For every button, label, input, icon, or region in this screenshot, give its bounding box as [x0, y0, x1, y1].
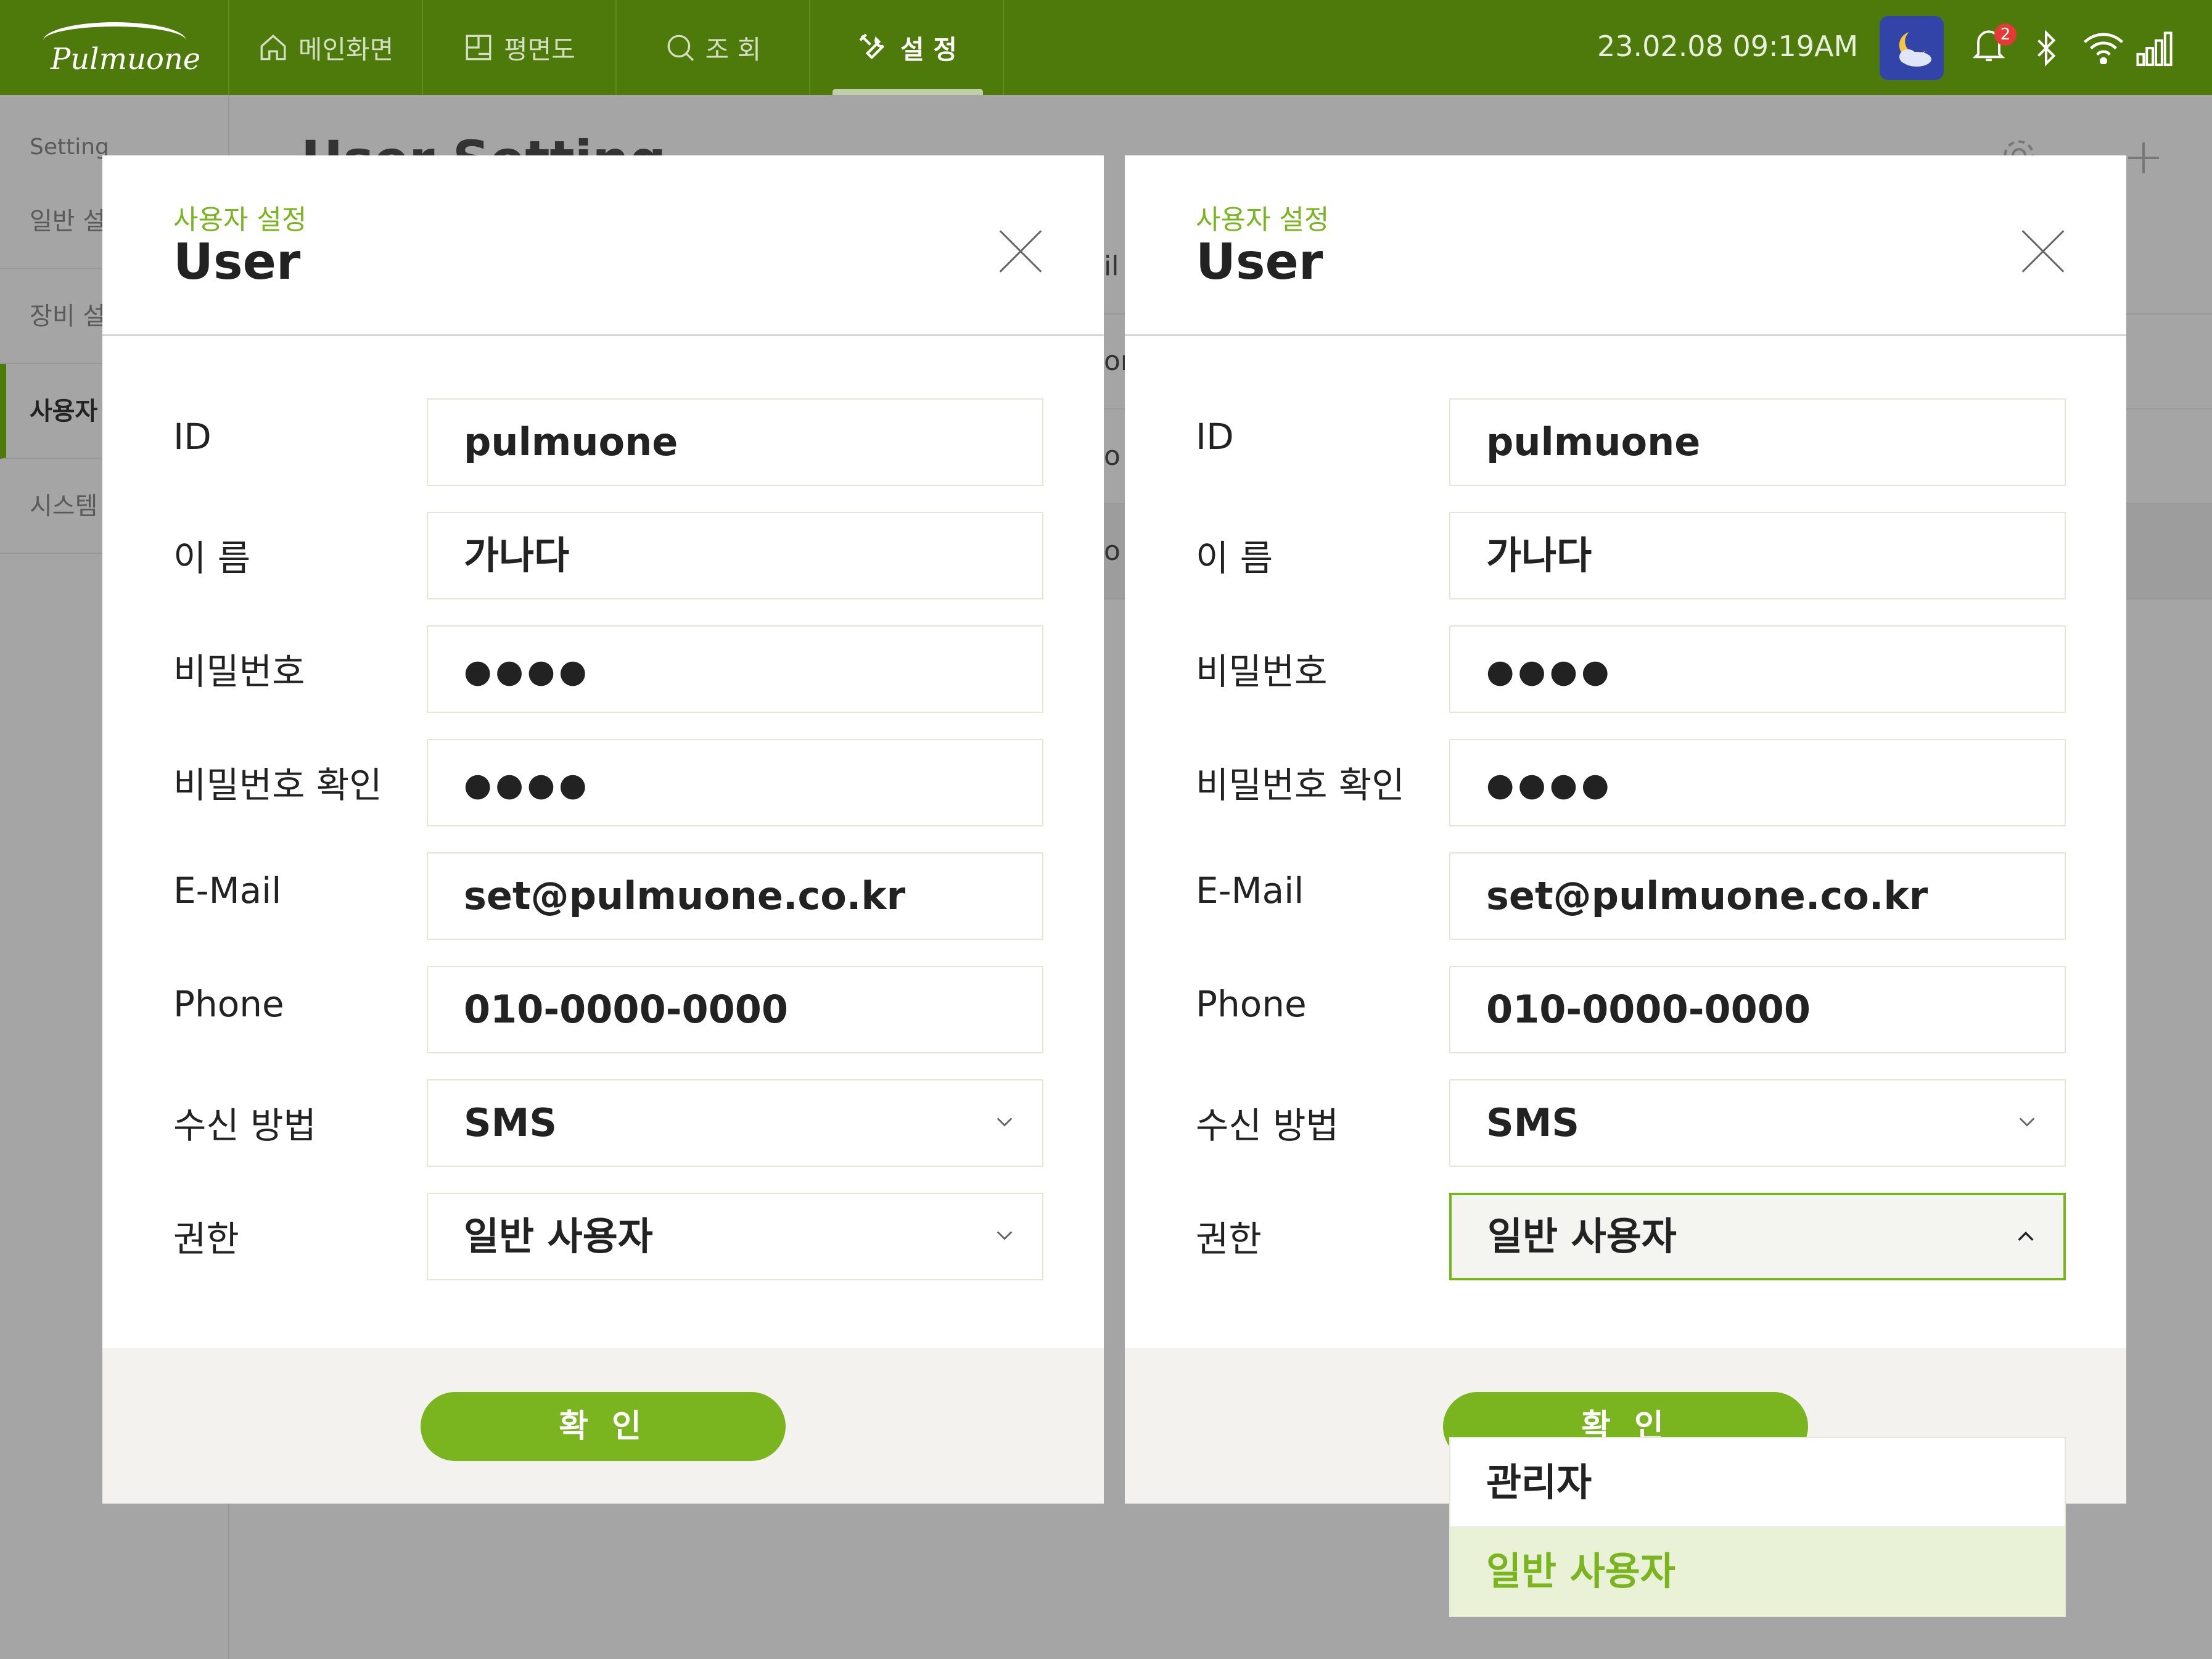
logo-swoosh — [43, 22, 186, 41]
user-modal-closed: 사용자 설정 User ID pulmuone 이 름 가나다 비밀번호 ●●●… — [102, 155, 1104, 1504]
id-field[interactable]: pulmuone — [427, 398, 1043, 486]
password-confirm-value: ●●●● — [464, 767, 591, 804]
close-icon[interactable] — [999, 229, 1042, 273]
email-field[interactable]: set@pulmuone.co.kr — [1449, 852, 2066, 940]
role-select[interactable]: 일반 사용자 — [427, 1193, 1043, 1280]
name-label: 이 름 — [173, 537, 251, 579]
method-label: 수신 방법 — [173, 1105, 316, 1146]
password-confirm-label: 비밀번호 확인 — [1196, 764, 1405, 806]
password-confirm-field[interactable]: ●●●● — [427, 739, 1043, 826]
close-icon[interactable] — [2021, 229, 2065, 273]
method-value: SMS — [464, 1100, 557, 1145]
password-confirm-value: ●●●● — [1486, 767, 1613, 804]
method-select[interactable]: SMS — [1449, 1079, 2066, 1167]
floorplan-icon — [466, 35, 491, 60]
modal-subtitle: 사용자 설정 — [1196, 204, 1330, 236]
nav-search-label: 조 회 — [705, 34, 762, 65]
bg-add-icon — [2128, 142, 2159, 173]
password-label: 비밀번호 — [173, 651, 305, 693]
email-value: set@pulmuone.co.kr — [1486, 873, 1928, 918]
id-label: ID — [173, 416, 212, 458]
bg-row-fragment: o — [1104, 440, 1120, 472]
nav-main-label: 메인화면 — [298, 34, 394, 65]
phone-value: 010-0000-0000 — [1486, 987, 1811, 1032]
modal-divider — [102, 334, 1104, 336]
home-icon — [260, 35, 286, 60]
nav-settings-label: 설 정 — [900, 34, 957, 65]
nav-search[interactable]: 조 회 — [617, 0, 810, 95]
password-confirm-field[interactable]: ●●●● — [1449, 739, 2066, 826]
user-modal-open: 사용자 설정 User ID pulmuone 이 름 가나다 비밀번호 ●●●… — [1125, 155, 2126, 1617]
role-value: 일반 사용자 — [1487, 1214, 1677, 1259]
id-field[interactable]: pulmuone — [1449, 398, 2066, 486]
password-field[interactable]: ●●●● — [427, 625, 1043, 713]
bg-row-fragment: il — [1104, 250, 1119, 282]
email-field[interactable]: set@pulmuone.co.kr — [427, 852, 1043, 940]
chevron-up-icon — [2018, 1231, 2034, 1241]
password-field[interactable]: ●●●● — [1449, 625, 2066, 713]
wifi-icon[interactable] — [2083, 30, 2124, 64]
password-value: ●●●● — [464, 653, 591, 690]
nav-main[interactable]: 메인화면 — [229, 0, 423, 95]
password-label: 비밀번호 — [1196, 651, 1328, 693]
chevron-down-icon — [997, 1231, 1013, 1240]
modal-divider — [1125, 334, 2126, 336]
email-label: E-Mail — [1196, 870, 1304, 912]
modal-subtitle: 사용자 설정 — [173, 204, 307, 236]
confirm-button[interactable]: 확 인 — [421, 1392, 786, 1461]
phone-label: Phone — [1196, 983, 1307, 1025]
search-icon — [667, 35, 694, 62]
password-value: ●●●● — [1486, 653, 1613, 690]
phone-label: Phone — [173, 983, 284, 1025]
role-select-open[interactable]: 일반 사용자 — [1449, 1193, 2066, 1280]
logo[interactable]: Pulmuone — [0, 0, 229, 95]
role-dropdown-list: 관리자 일반 사용자 — [1449, 1437, 2066, 1617]
nav-floorplan[interactable]: 평면도 — [423, 0, 617, 95]
top-bar: Pulmuone 메인화면 평면도 조 회 설 정 23.02.08 09:19… — [0, 0, 2212, 95]
role-value: 일반 사용자 — [464, 1214, 653, 1259]
method-label: 수신 방법 — [1196, 1105, 1339, 1146]
id-value: pulmuone — [1486, 419, 1701, 464]
nav-floorplan-label: 평면도 — [504, 34, 575, 65]
phone-field[interactable]: 010-0000-0000 — [1449, 966, 2066, 1053]
phone-field[interactable]: 010-0000-0000 — [427, 966, 1043, 1053]
email-label: E-Mail — [173, 870, 282, 912]
name-field[interactable]: 가나다 — [1449, 512, 2066, 599]
nav-settings[interactable]: 설 정 — [810, 0, 1004, 95]
id-label: ID — [1196, 416, 1234, 458]
name-label: 이 름 — [1196, 537, 1273, 579]
role-option-general[interactable]: 일반 사용자 — [1450, 1527, 2065, 1616]
name-field[interactable]: 가나다 — [427, 512, 1043, 599]
chevron-down-icon — [2019, 1118, 2035, 1127]
bg-row-fragment: o — [1104, 535, 1120, 567]
chevron-down-icon — [997, 1118, 1013, 1127]
password-confirm-label: 비밀번호 확인 — [173, 764, 382, 806]
method-value: SMS — [1486, 1100, 1580, 1145]
role-option-admin[interactable]: 관리자 — [1450, 1438, 2065, 1527]
logo-text: Pulmuone — [51, 42, 201, 76]
datetime: 23.02.08 09:19AM — [1597, 30, 1859, 63]
signal-icon — [2136, 31, 2173, 67]
id-value: pulmuone — [464, 419, 678, 464]
email-value: set@pulmuone.co.kr — [464, 873, 906, 918]
notification-badge: 2 — [1994, 23, 2017, 46]
method-select[interactable]: SMS — [427, 1079, 1043, 1167]
role-label: 권한 — [173, 1218, 239, 1260]
nav-active-indicator — [833, 89, 983, 95]
name-value: 가나다 — [1486, 533, 1592, 578]
tools-icon — [859, 33, 884, 60]
role-label: 권한 — [1196, 1218, 1262, 1260]
bluetooth-icon[interactable] — [2034, 30, 2058, 67]
phone-value: 010-0000-0000 — [464, 987, 789, 1032]
name-value: 가나다 — [464, 533, 570, 578]
modal-title: User — [173, 233, 301, 290]
modal-title: User — [1196, 233, 1323, 290]
weather-icon[interactable] — [1880, 16, 1944, 80]
